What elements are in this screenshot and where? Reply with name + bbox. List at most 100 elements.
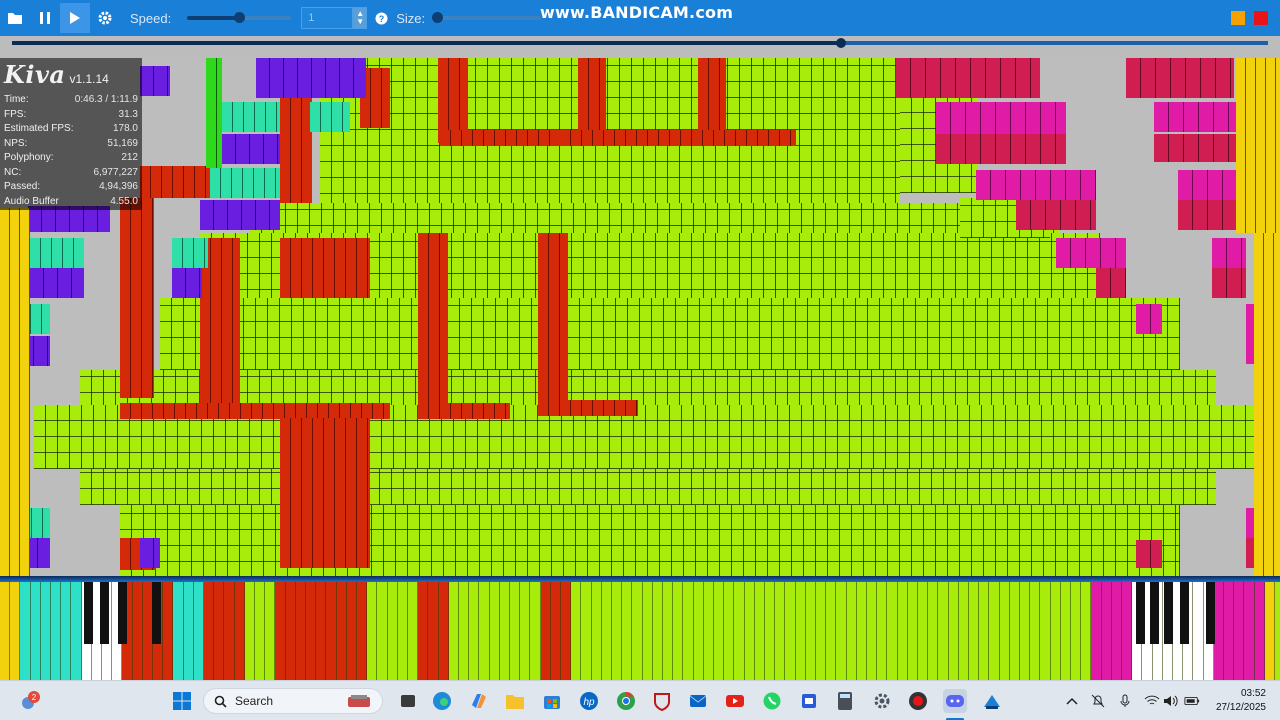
pause-icon (40, 12, 50, 24)
piano-white-key (530, 582, 541, 680)
piano-white-key (30, 582, 41, 680)
discord-icon (946, 695, 964, 707)
taskbar-discord[interactable] (943, 689, 967, 713)
taskbar-hp[interactable]: hp (577, 689, 601, 713)
piano-white-key (642, 582, 653, 680)
chrome-icon (617, 692, 635, 710)
note-block (936, 102, 1066, 134)
taskbar-copilot[interactable] (467, 689, 491, 713)
speed-slider-knob[interactable] (234, 12, 246, 23)
note-block (256, 58, 366, 98)
note-block (1016, 200, 1096, 230)
taskbar-kiva[interactable] (980, 689, 1004, 713)
tray-volume[interactable] (1163, 693, 1179, 709)
tray-overflow-button[interactable] (1064, 693, 1080, 709)
taskbar-store[interactable] (540, 689, 564, 713)
note-block (1212, 268, 1246, 298)
piano-white-key (754, 582, 765, 680)
search-highlight-icon (348, 695, 370, 707)
piano-white-key (703, 582, 714, 680)
note-block (698, 58, 726, 130)
piano-white-key (132, 582, 143, 680)
piano-white-key (795, 582, 806, 680)
note-block (140, 166, 210, 198)
taskbar-search[interactable]: Search (203, 688, 383, 714)
taskbar-settings[interactable] (870, 689, 894, 713)
note-block (896, 58, 1040, 98)
store-icon (544, 696, 560, 709)
search-icon (214, 695, 227, 708)
seek-bar[interactable] (12, 38, 1268, 48)
tray-notifications-off[interactable] (1090, 693, 1106, 709)
taskbar-youtube[interactable] (723, 689, 747, 713)
piano-white-key (214, 582, 225, 680)
piano-white-key (397, 582, 408, 680)
taskbar-clock[interactable]: 03:52 27/12/2025 (1216, 687, 1266, 715)
piano-white-key (510, 582, 521, 680)
note-block (1154, 134, 1236, 162)
taskbar-task-view[interactable] (396, 689, 420, 713)
taskbar-edge[interactable] (430, 689, 454, 713)
piano-white-key (448, 582, 459, 680)
stat-value: 31.3 (118, 108, 138, 120)
speed-input[interactable]: 1 (301, 7, 354, 29)
minimize-button[interactable] (1231, 11, 1245, 25)
taskbar-chrome[interactable] (614, 689, 638, 713)
piano-white-key (1020, 582, 1031, 680)
size-slider[interactable] (432, 12, 542, 23)
stat-label: NC: (4, 166, 22, 178)
piano-white-key (969, 582, 980, 680)
seek-bar-knob[interactable] (835, 38, 846, 48)
piano-black-key (1150, 582, 1159, 644)
settings-button[interactable] (90, 3, 120, 33)
taskbar-file-explorer[interactable] (503, 689, 527, 713)
gear-icon (98, 11, 112, 25)
stat-label: Polyphony: (4, 152, 54, 163)
piano-white-key (489, 582, 500, 680)
app-version: v1.1.14 (69, 72, 109, 86)
tray-battery[interactable] (1184, 693, 1200, 709)
taskbar-calculator[interactable] (833, 689, 857, 713)
widgets-button[interactable]: 2 (18, 689, 42, 713)
pause-button[interactable] (30, 3, 60, 33)
copilot-icon (472, 694, 486, 708)
piano-black-key (1136, 582, 1145, 644)
stat-value: 51,169 (107, 137, 138, 149)
close-button[interactable] (1254, 11, 1268, 25)
piano-white-key (1244, 582, 1255, 680)
piano-white-key (1111, 582, 1122, 680)
start-button[interactable] (170, 689, 194, 713)
wifi-icon (1144, 695, 1160, 705)
note-block (538, 233, 568, 403)
size-slider-knob[interactable] (432, 12, 444, 23)
speed-slider[interactable] (187, 12, 292, 23)
speaker-icon (1164, 695, 1178, 707)
play-button[interactable] (60, 3, 90, 33)
piano-white-key (61, 582, 72, 680)
tray-wifi[interactable] (1144, 693, 1160, 709)
piano-white-key (846, 582, 857, 680)
piano-white-key (306, 582, 317, 680)
help-icon[interactable]: ? (375, 12, 388, 25)
taskbar-app-red[interactable] (650, 689, 674, 713)
stat-value: 212 (121, 152, 138, 163)
note-block (172, 238, 208, 268)
svg-text:hp: hp (583, 697, 595, 708)
edge-icon (433, 692, 451, 710)
note-block (200, 200, 280, 230)
note-block (418, 403, 510, 419)
tray-microphone[interactable] (1117, 693, 1133, 709)
open-file-button[interactable] (0, 3, 30, 33)
piano-black-key (118, 582, 127, 644)
piano-white-key (183, 582, 194, 680)
notification-count: 2 (32, 693, 37, 702)
taskbar-outlook[interactable] (686, 689, 710, 713)
taskbar-app-blue[interactable] (797, 689, 821, 713)
speed-spinner[interactable]: ▲ ▼ (353, 7, 368, 29)
note-block (280, 418, 370, 568)
taskbar-whatsapp[interactable] (760, 689, 784, 713)
piano-white-key (10, 582, 21, 680)
taskbar-bandicam[interactable] (906, 689, 930, 713)
stat-value: 178.0 (112, 123, 138, 134)
piano-white-key (1224, 582, 1235, 680)
